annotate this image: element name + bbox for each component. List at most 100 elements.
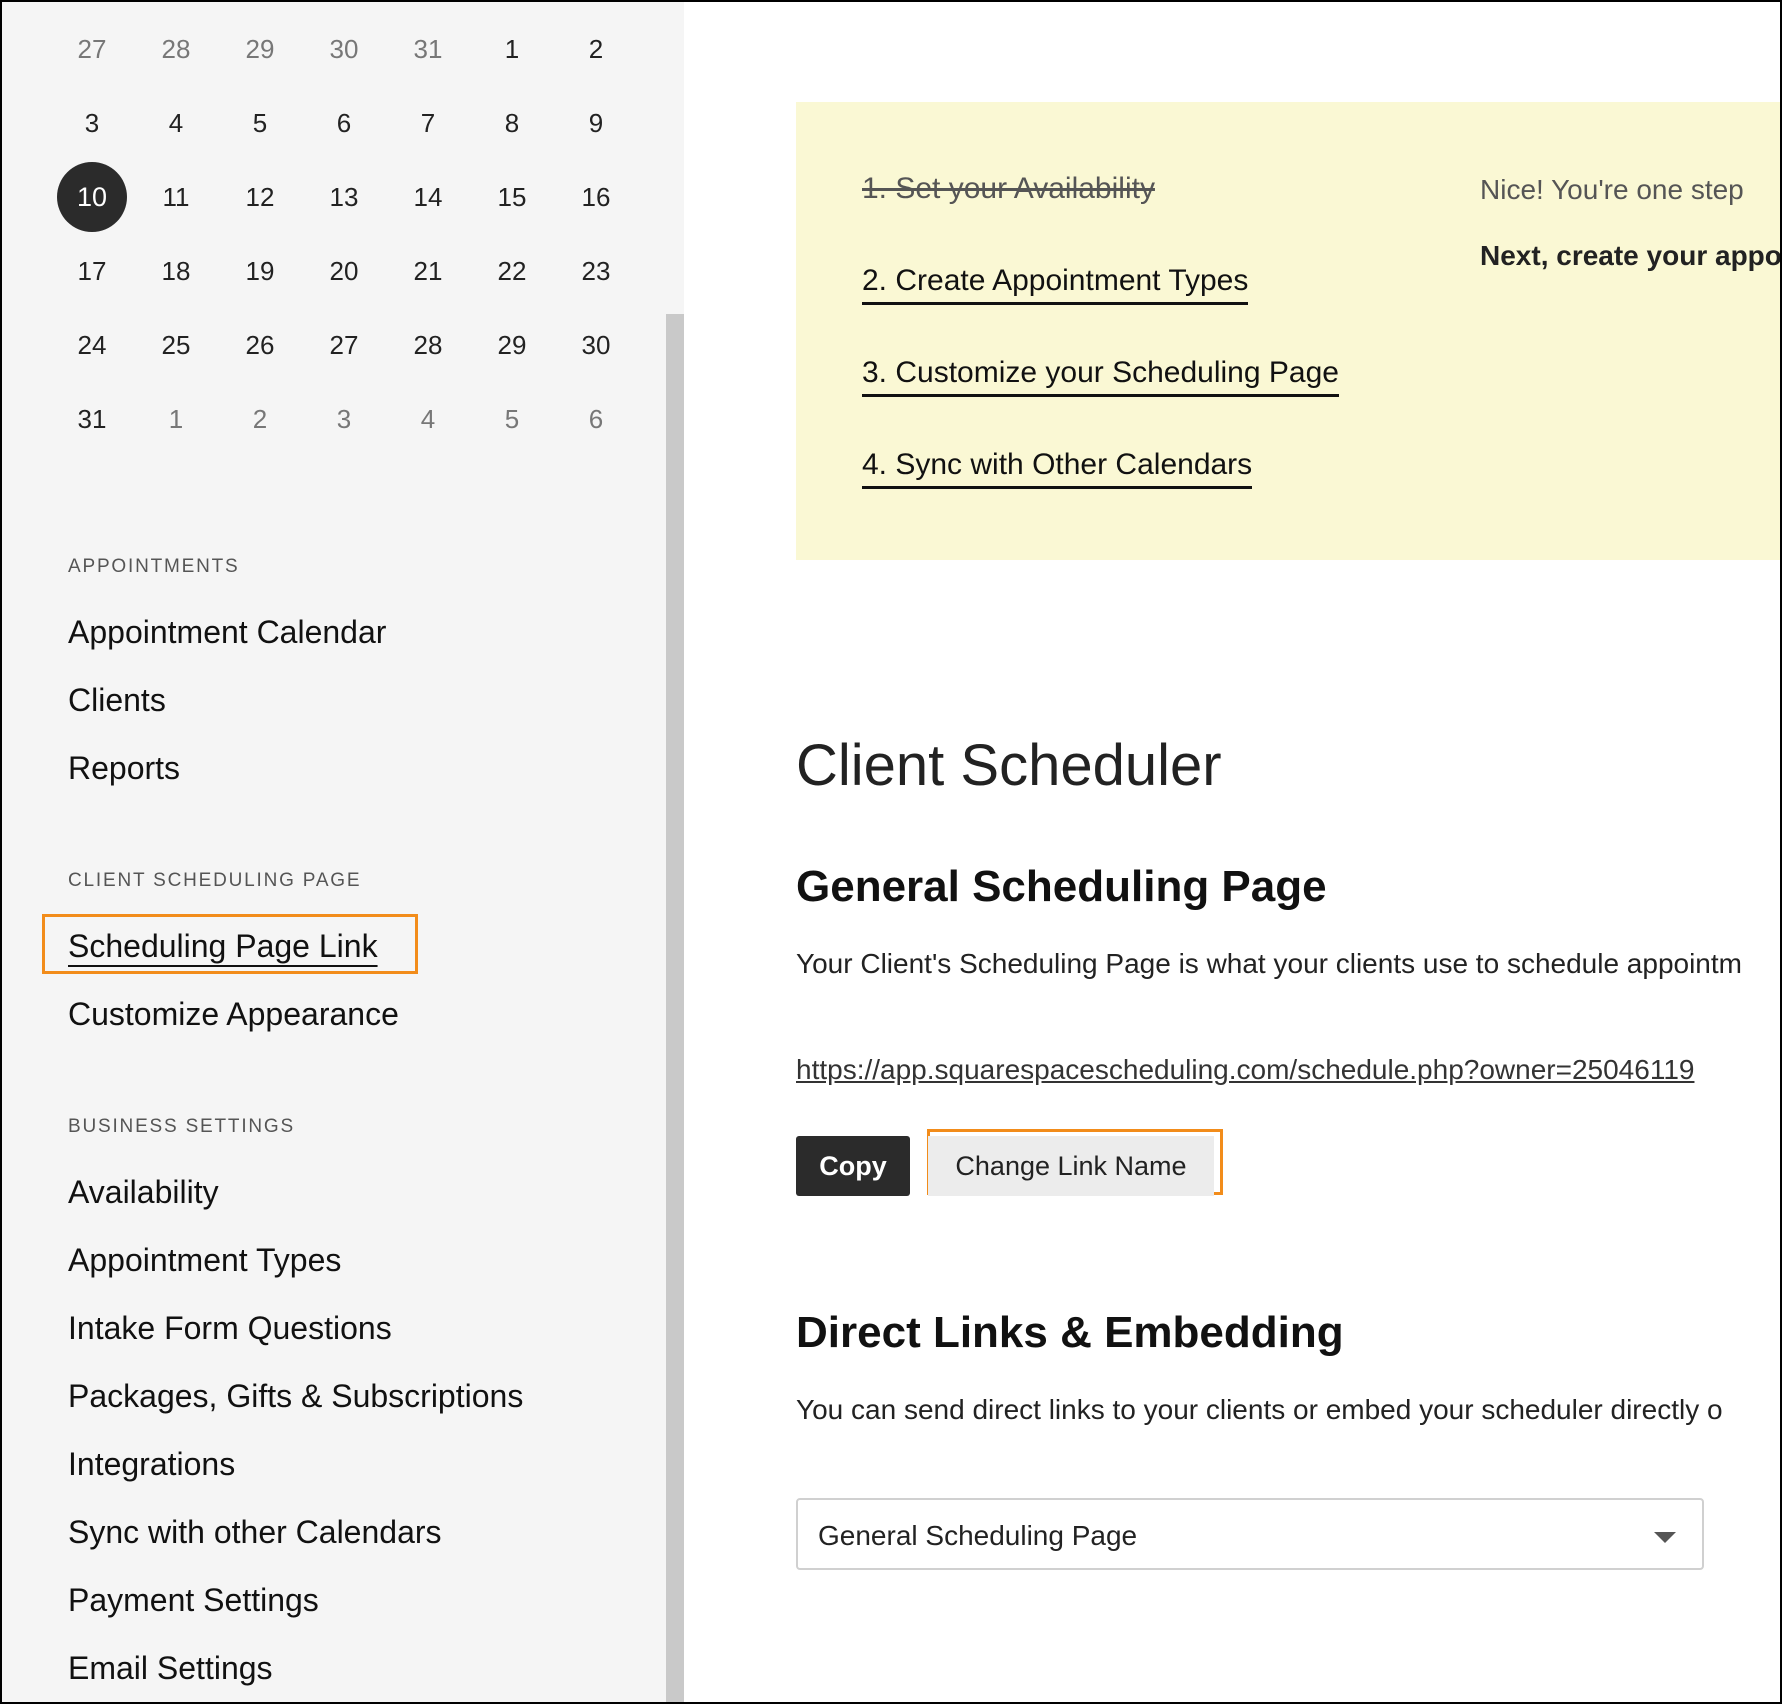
general-scheduling-description: Your Client's Scheduling Page is what yo…: [796, 948, 1742, 979]
calendar-day-number: 4: [420, 404, 436, 434]
calendar-day[interactable]: 2: [554, 14, 638, 84]
calendar-week: 17 18 19 20 21 22 23: [50, 234, 638, 308]
calendar-day[interactable]: 1: [134, 384, 218, 454]
calendar-day[interactable]: 13: [302, 162, 386, 232]
sidebar-item-appointment-calendar[interactable]: Appointment Calendar: [68, 614, 386, 651]
calendar-day[interactable]: 26: [218, 310, 302, 380]
calendar-day[interactable]: 14: [386, 162, 470, 232]
calendar-day-number: 1: [168, 404, 184, 434]
setup-checklist-card: 1. Set your Availability 2. Create Appoi…: [796, 102, 1782, 560]
calendar-day[interactable]: 7: [386, 88, 470, 158]
calendar-day[interactable]: 6: [302, 88, 386, 158]
calendar-day[interactable]: 29: [218, 14, 302, 84]
calendar-day[interactable]: 31: [50, 384, 134, 454]
calendar-day[interactable]: 28: [386, 310, 470, 380]
sidebar-item-customize-appearance[interactable]: Customize Appearance: [68, 996, 399, 1033]
calendar-day-number: 10: [57, 162, 127, 232]
calendar-day[interactable]: 16: [554, 162, 638, 232]
calendar-day[interactable]: 18: [134, 236, 218, 306]
sidebar-item-payment-settings[interactable]: Payment Settings: [68, 1582, 319, 1619]
sidebar-item-intake-form-questions[interactable]: Intake Form Questions: [68, 1310, 392, 1347]
scheduling-page-select[interactable]: General Scheduling Page: [796, 1498, 1704, 1570]
calendar-day[interactable]: 22: [470, 236, 554, 306]
copy-button[interactable]: Copy: [796, 1136, 910, 1196]
calendar-day[interactable]: 5: [218, 88, 302, 158]
sidebar-item-availability[interactable]: Availability: [68, 1174, 219, 1211]
calendar-day-number: 11: [162, 182, 190, 212]
calendar-day-number: 20: [329, 256, 359, 286]
page-title: Client Scheduler: [796, 733, 1222, 798]
change-link-name-button[interactable]: Change Link Name: [928, 1136, 1214, 1196]
sidebar-scrollbar[interactable]: [666, 314, 684, 1702]
calendar-day[interactable]: 17: [50, 236, 134, 306]
calendar-day-number: 23: [581, 256, 611, 286]
calendar-day[interactable]: 20: [302, 236, 386, 306]
calendar-day[interactable]: 30: [302, 14, 386, 84]
calendar-day[interactable]: 19: [218, 236, 302, 306]
calendar-day[interactable]: 21: [386, 236, 470, 306]
calendar-day[interactable]: 4: [134, 88, 218, 158]
calendar-day[interactable]: 29: [470, 310, 554, 380]
calendar-day-number: 2: [588, 34, 604, 64]
select-value: General Scheduling Page: [818, 1520, 1138, 1551]
sidebar-item-integrations[interactable]: Integrations: [68, 1446, 235, 1483]
calendar-day[interactable]: 30: [554, 310, 638, 380]
calendar-day[interactable]: 1: [470, 14, 554, 84]
sidebar-item-packages-gifts-subscriptions[interactable]: Packages, Gifts & Subscriptions: [68, 1378, 523, 1415]
calendar-day[interactable]: 15: [470, 162, 554, 232]
calendar-day-number: 7: [420, 108, 436, 138]
calendar-day[interactable]: 2: [218, 384, 302, 454]
main-content: 1. Set your Availability 2. Create Appoi…: [684, 2, 1782, 1702]
calendar-day-number: 6: [336, 108, 352, 138]
scheduling-page-url[interactable]: https://app.squarespacescheduling.com/sc…: [796, 1054, 1694, 1086]
calendar-day[interactable]: 5: [470, 384, 554, 454]
sidebar-item-reports[interactable]: Reports: [68, 750, 180, 787]
sidebar-item-appointment-types[interactable]: Appointment Types: [68, 1242, 341, 1279]
calendar-day-number: 14: [413, 182, 443, 212]
calendar-day-number: 26: [245, 330, 275, 360]
calendar-day-number: 27: [329, 330, 359, 360]
sidebar-item-email-settings[interactable]: Email Settings: [68, 1650, 273, 1687]
calendar-day[interactable]: 9: [554, 88, 638, 158]
calendar-day[interactable]: 31: [386, 14, 470, 84]
setup-progress-message: Nice! You're one step: [1480, 174, 1744, 205]
section-heading-appointments: APPOINTMENTS: [68, 556, 240, 577]
calendar-day-number: 25: [161, 330, 191, 360]
calendar-day[interactable]: 12: [218, 162, 302, 232]
calendar-week: 31 1 2 3 4 5 6: [50, 382, 638, 456]
calendar-day-number: 2: [252, 404, 268, 434]
calendar-day[interactable]: 27: [50, 14, 134, 84]
calendar-day[interactable]: 3: [50, 88, 134, 158]
sidebar-item-clients[interactable]: Clients: [68, 682, 166, 719]
calendar-day[interactable]: 6: [554, 384, 638, 454]
setup-step-availability[interactable]: 1. Set your Availability: [862, 172, 1155, 210]
calendar-week: 10 11 12 13 14 15 16: [50, 160, 638, 234]
calendar-week: 3 4 5 6 7 8 9: [50, 86, 638, 160]
calendar-week: 24 25 26 27 28 29 30: [50, 308, 638, 382]
sidebar-item-sync-calendars[interactable]: Sync with other Calendars: [68, 1514, 442, 1551]
calendar-day-number: 3: [84, 108, 100, 138]
calendar-day[interactable]: 4: [386, 384, 470, 454]
calendar-day[interactable]: 3: [302, 384, 386, 454]
calendar-day-number: 29: [497, 330, 527, 360]
setup-next-message: Next, create your appo: [1480, 240, 1782, 271]
calendar-day-number: 29: [245, 34, 275, 64]
setup-step-appointment-types[interactable]: 2. Create Appointment Types: [862, 264, 1249, 305]
calendar-day-number: 15: [497, 182, 527, 212]
calendar-week: 27 28 29 30 31 1 2: [50, 12, 638, 86]
calendar-day[interactable]: 11: [134, 162, 218, 232]
calendar-day-number: 27: [77, 34, 107, 64]
direct-links-heading: Direct Links & Embedding: [796, 1308, 1344, 1357]
calendar-day[interactable]: 28: [134, 14, 218, 84]
calendar-day-number: 31: [77, 404, 107, 434]
calendar-day[interactable]: 27: [302, 310, 386, 380]
setup-step-sync-calendars[interactable]: 4. Sync with Other Calendars: [862, 448, 1253, 489]
sidebar-item-scheduling-page-link[interactable]: Scheduling Page Link: [68, 928, 378, 965]
calendar-day[interactable]: 23: [554, 236, 638, 306]
calendar-day[interactable]: 24: [50, 310, 134, 380]
calendar-day[interactable]: 25: [134, 310, 218, 380]
setup-step-customize-page[interactable]: 3. Customize your Scheduling Page: [862, 356, 1339, 397]
calendar-day[interactable]: 8: [470, 88, 554, 158]
chevron-down-icon: [1654, 1532, 1676, 1543]
calendar-day-selected[interactable]: 10: [50, 162, 134, 232]
